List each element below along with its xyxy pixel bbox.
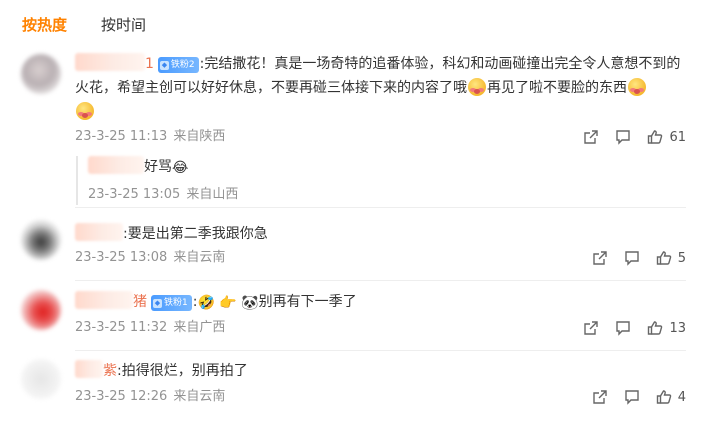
- timestamp: 23-3-25 12:26: [75, 389, 168, 404]
- tab-by-time[interactable]: 按时间: [101, 12, 146, 38]
- blush-kiss-emoji-icon: [628, 78, 646, 96]
- location: 来自广西: [173, 320, 226, 335]
- comment-content: 紫:拍得很烂，别再拍了: [75, 359, 686, 383]
- share-button[interactable]: [592, 250, 608, 266]
- timestamp: 23-3-25 11:32: [75, 320, 168, 335]
- comment-text-2: 再见了啦不要脸的东西: [487, 80, 627, 96]
- username-suffix: 1: [145, 56, 154, 72]
- location: 来自云南: [173, 389, 226, 404]
- like-count: 4: [677, 389, 686, 405]
- comment-meta: 23-3-25 12:26 来自云南: [75, 388, 225, 406]
- share-icon: [593, 390, 607, 404]
- comment-text: :要是出第二季我跟你急: [123, 226, 268, 242]
- avatar[interactable]: [21, 220, 61, 260]
- avatar[interactable]: [21, 359, 61, 399]
- avatar[interactable]: [21, 290, 61, 330]
- comment-meta: 23-3-25 13:08 来自云南: [75, 249, 225, 267]
- comment-icon: [625, 251, 639, 266]
- location: 来自山西: [186, 187, 239, 202]
- like-button[interactable]: 61: [647, 129, 686, 145]
- username[interactable]: [75, 223, 123, 242]
- like-icon: [648, 130, 663, 144]
- username-suffix: 紫: [103, 363, 117, 379]
- comment-meta: 23-3-25 11:13 来自陕西: [75, 128, 225, 146]
- like-icon: [648, 321, 663, 335]
- diamond-icon: ◆: [159, 61, 169, 70]
- divider: [75, 280, 686, 281]
- like-button[interactable]: 13: [647, 320, 686, 336]
- comment-actions: 4: [576, 386, 686, 408]
- reply-username[interactable]: [88, 156, 144, 174]
- share-button[interactable]: [583, 320, 599, 336]
- comment-actions: 61: [567, 126, 686, 148]
- share-button[interactable]: [583, 129, 599, 145]
- like-count: 61: [669, 129, 686, 145]
- avatar[interactable]: [21, 54, 61, 94]
- like-button[interactable]: 4: [656, 389, 686, 405]
- like-count: 5: [677, 250, 686, 266]
- comment-actions: 5: [576, 247, 686, 269]
- share-button[interactable]: [592, 389, 608, 405]
- comment-icon: [616, 130, 631, 145]
- fan-badge[interactable]: ◆ 铁粉2: [157, 57, 199, 73]
- comment-icon: [625, 390, 639, 405]
- comment-content: 1 ◆ 铁粉2:完结撒花！真是一场奇特的追番体验，科幻和动画碰撞出完全令人意想不到的…: [75, 52, 686, 124]
- comment-item: 1 ◆ 铁粉2:完结撒花！真是一场奇特的追番体验，科幻和动画碰撞出完全令人意想不到的…: [0, 48, 708, 208]
- comment-text: 别再有下一季了: [258, 294, 357, 310]
- tab-by-hot[interactable]: 按热度: [22, 12, 67, 38]
- username[interactable]: 紫: [75, 360, 117, 379]
- panda-emoji-icon: 🐼: [241, 295, 259, 311]
- comment-text: :拍得很烂，别再拍了: [117, 363, 248, 379]
- username[interactable]: 1: [75, 53, 154, 72]
- fan-badge[interactable]: ◆ 铁粉1: [151, 295, 192, 311]
- comment-icon: [616, 321, 631, 336]
- diamond-icon: ◆: [153, 299, 162, 308]
- comment-item: :要是出第二季我跟你急 23-3-25 13:08 来自云南 5: [0, 218, 708, 278]
- fan-badge-label: 铁粉2: [170, 60, 195, 70]
- reply-item: 好骂😂 23-3-25 13:05 来自山西: [76, 156, 676, 205]
- share-icon: [584, 130, 599, 144]
- share-icon: [584, 321, 599, 335]
- comment-item: 紫:拍得很烂，别再拍了 23-3-25 12:26 来自云南 4: [0, 357, 708, 417]
- comment-content: 猪 ◆ 铁粉1:🤣 👉 🐼别再有下一季了: [75, 290, 686, 315]
- comment-actions: 13: [567, 317, 686, 339]
- comment-button[interactable]: [624, 250, 640, 266]
- like-button[interactable]: 5: [656, 250, 686, 266]
- comment-button[interactable]: [615, 320, 631, 336]
- timestamp: 23-3-25 13:08: [75, 250, 168, 265]
- rofl-emoji-icon: 🤣: [197, 295, 215, 311]
- like-icon: [656, 251, 671, 265]
- laughing-emoji-icon: 😂: [172, 160, 189, 176]
- sort-tabs: 按热度 按时间: [22, 12, 180, 38]
- fan-badge-label: 铁粉1: [164, 298, 188, 308]
- comment-item: 猪 ◆ 铁粉1:🤣 👉 🐼别再有下一季了 23-3-25 11:32 来自广西 13: [0, 288, 708, 348]
- timestamp: 23-3-25 11:13: [75, 129, 168, 144]
- divider: [75, 207, 686, 208]
- blush-kiss-emoji-icon: [76, 102, 94, 120]
- timestamp: 23-3-25 13:05: [88, 187, 181, 202]
- divider: [75, 350, 686, 351]
- reply-text: 好骂: [144, 159, 172, 175]
- pointing-right-emoji-icon: 👉: [219, 295, 237, 311]
- comment-button[interactable]: [615, 129, 631, 145]
- comment-meta: 23-3-25 11:32 来自广西: [75, 319, 225, 337]
- location: 来自云南: [173, 250, 226, 265]
- like-icon: [656, 390, 671, 404]
- comment-button[interactable]: [624, 389, 640, 405]
- username[interactable]: 猪: [75, 291, 147, 310]
- location: 来自陕西: [173, 129, 226, 144]
- comment-content: :要是出第二季我跟你急: [75, 222, 686, 246]
- username-suffix: 猪: [133, 294, 147, 310]
- reply-meta: 23-3-25 13:05 来自山西: [88, 185, 676, 205]
- blush-kiss-emoji-icon: [468, 78, 486, 96]
- reply-content: 好骂😂: [88, 156, 676, 179]
- share-icon: [593, 251, 607, 265]
- like-count: 13: [669, 320, 686, 336]
